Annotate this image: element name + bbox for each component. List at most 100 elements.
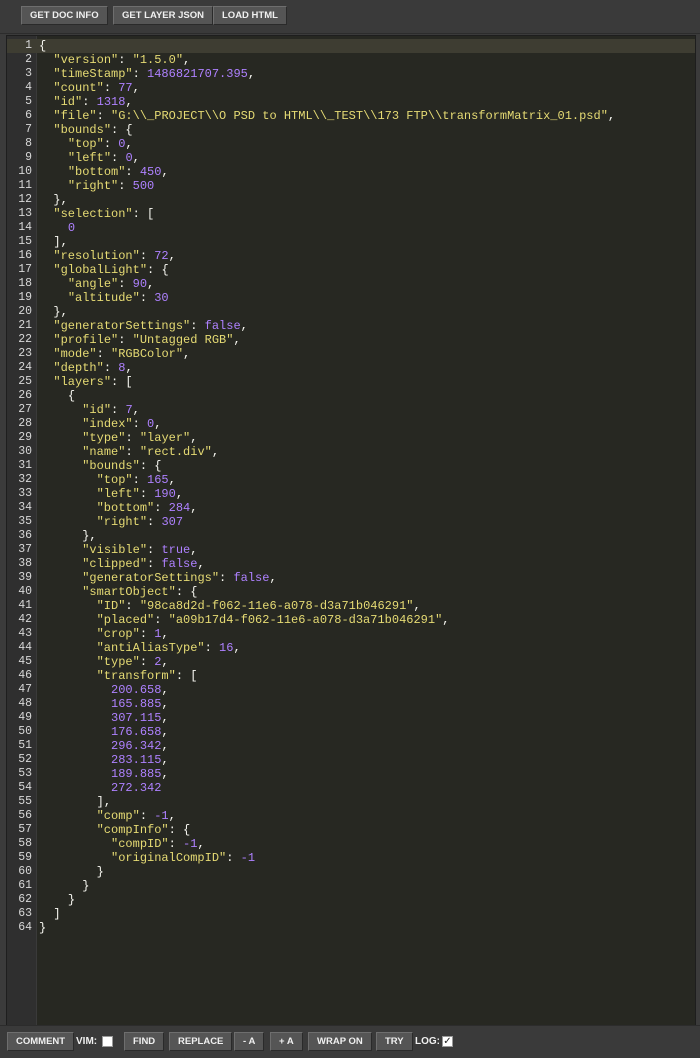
code-text[interactable]: "compInfo": { [39,823,191,837]
code-text[interactable]: "right": 500 [39,179,154,193]
code-text[interactable]: }, [39,193,67,207]
code-line[interactable]: 16 "resolution": 72, [7,249,695,263]
code-text[interactable]: { [39,389,75,403]
code-line[interactable]: 60 } [7,865,695,879]
code-text[interactable]: "comp": -1, [39,809,176,823]
code-line[interactable]: 39 "generatorSettings": false, [7,571,695,585]
code-text[interactable]: "left": 190, [39,487,183,501]
code-line[interactable]: 62 } [7,893,695,907]
code-text[interactable]: 176.658, [39,725,169,739]
code-line[interactable]: 47 200.658, [7,683,695,697]
code-line[interactable]: 35 "right": 307 [7,515,695,529]
code-line[interactable]: 30 "name": "rect.div", [7,445,695,459]
code-text[interactable]: ], [39,795,111,809]
code-text[interactable]: "originalCompID": -1 [39,851,255,865]
get-doc-info-button[interactable]: GET DOC INFO [21,6,108,25]
code-text[interactable]: 307.115, [39,711,169,725]
code-text[interactable]: }, [39,305,67,319]
code-text[interactable]: "index": 0, [39,417,161,431]
code-line[interactable]: 24 "depth": 8, [7,361,695,375]
code-line[interactable]: 36 }, [7,529,695,543]
code-line[interactable]: 26 { [7,389,695,403]
code-line[interactable]: 19 "altitude": 30 [7,291,695,305]
code-text[interactable]: "altitude": 30 [39,291,169,305]
code-text[interactable]: "antiAliasType": 16, [39,641,241,655]
code-line[interactable]: 33 "left": 190, [7,487,695,501]
code-line[interactable]: 37 "visible": true, [7,543,695,557]
code-line[interactable]: 54 272.342 [7,781,695,795]
code-text[interactable]: "right": 307 [39,515,183,529]
increase-font-button[interactable]: + A [270,1032,303,1051]
code-line[interactable]: 63 ] [7,907,695,921]
code-line[interactable]: 44 "antiAliasType": 16, [7,641,695,655]
code-text[interactable]: "timeStamp": 1486821707.395, [39,67,255,81]
code-line[interactable]: 6 "file": "G:\\_PROJECT\\O PSD to HTML\\… [7,109,695,123]
code-line[interactable]: 49 307.115, [7,711,695,725]
code-line[interactable]: 28 "index": 0, [7,417,695,431]
code-text[interactable]: 296.342, [39,739,169,753]
code-line[interactable]: 64} [7,921,695,935]
get-layer-json-button[interactable]: GET LAYER JSON [113,6,214,25]
decrease-font-button[interactable]: - A [234,1032,265,1051]
code-text[interactable]: } [39,879,89,893]
log-checkbox[interactable]: ✓ [442,1036,453,1047]
code-text[interactable]: "ID": "98ca8d2d-f062-11e6-a078-d3a71b046… [39,599,421,613]
code-text[interactable]: "top": 0, [39,137,133,151]
code-text[interactable]: "depth": 8, [39,361,132,375]
code-line[interactable]: 4 "count": 77, [7,81,695,95]
code-text[interactable]: 189.885, [39,767,169,781]
code-text[interactable]: "globalLight": { [39,263,168,277]
code-line[interactable]: 20 }, [7,305,695,319]
code-line[interactable]: 38 "clipped": false, [7,557,695,571]
code-line[interactable]: 53 189.885, [7,767,695,781]
code-text[interactable]: "angle": 90, [39,277,154,291]
code-line[interactable]: 18 "angle": 90, [7,277,695,291]
code-text[interactable]: "visible": true, [39,543,197,557]
code-text[interactable]: "bounds": { [39,459,161,473]
code-text[interactable]: } [39,865,104,879]
code-text[interactable]: "name": "rect.div", [39,445,219,459]
vim-checkbox[interactable] [102,1036,113,1047]
code-text[interactable]: "left": 0, [39,151,140,165]
code-line[interactable]: 42 "placed": "a09b17d4-f062-11e6-a078-d3… [7,613,695,627]
code-text[interactable]: "version": "1.5.0", [39,53,190,67]
code-line[interactable]: 46 "transform": [ [7,669,695,683]
replace-button[interactable]: REPLACE [169,1032,233,1051]
code-line[interactable]: 43 "crop": 1, [7,627,695,641]
code-line[interactable]: 57 "compInfo": { [7,823,695,837]
code-line[interactable]: 2 "version": "1.5.0", [7,53,695,67]
code-text[interactable]: "id": 1318, [39,95,132,109]
code-line[interactable]: 40 "smartObject": { [7,585,695,599]
code-line[interactable]: 8 "top": 0, [7,137,695,151]
code-line[interactable]: 34 "bottom": 284, [7,501,695,515]
load-html-button[interactable]: LOAD HTML [213,6,287,25]
code-line[interactable]: 22 "profile": "Untagged RGB", [7,333,695,347]
code-text[interactable]: "compID": -1, [39,837,205,851]
code-line[interactable]: 1{ [7,39,695,53]
code-text[interactable]: }, [39,529,96,543]
code-text[interactable]: "profile": "Untagged RGB", [39,333,240,347]
code-line[interactable]: 52 283.115, [7,753,695,767]
code-line[interactable]: 41 "ID": "98ca8d2d-f062-11e6-a078-d3a71b… [7,599,695,613]
wrap-toggle-button[interactable]: WRAP ON [308,1032,372,1051]
code-line[interactable]: 14 0 [7,221,695,235]
code-text[interactable]: "type": "layer", [39,431,197,445]
code-text[interactable]: 0 [39,221,75,235]
try-button[interactable]: TRY [376,1032,413,1051]
code-line[interactable]: 9 "left": 0, [7,151,695,165]
find-button[interactable]: FIND [124,1032,165,1051]
code-line[interactable]: 29 "type": "layer", [7,431,695,445]
code-line[interactable]: 25 "layers": [ [7,375,695,389]
code-text[interactable]: { [39,39,46,53]
code-line[interactable]: 61 } [7,879,695,893]
code-text[interactable]: "clipped": false, [39,557,204,571]
code-text[interactable]: "placed": "a09b17d4-f062-11e6-a078-d3a71… [39,613,450,627]
code-text[interactable]: } [39,921,46,935]
code-line[interactable]: 55 ], [7,795,695,809]
code-text[interactable]: "bounds": { [39,123,132,137]
code-text[interactable]: ] [39,907,60,921]
code-line[interactable]: 45 "type": 2, [7,655,695,669]
code-text[interactable]: 272.342 [39,781,161,795]
code-line[interactable]: 48 165.885, [7,697,695,711]
code-line[interactable]: 32 "top": 165, [7,473,695,487]
